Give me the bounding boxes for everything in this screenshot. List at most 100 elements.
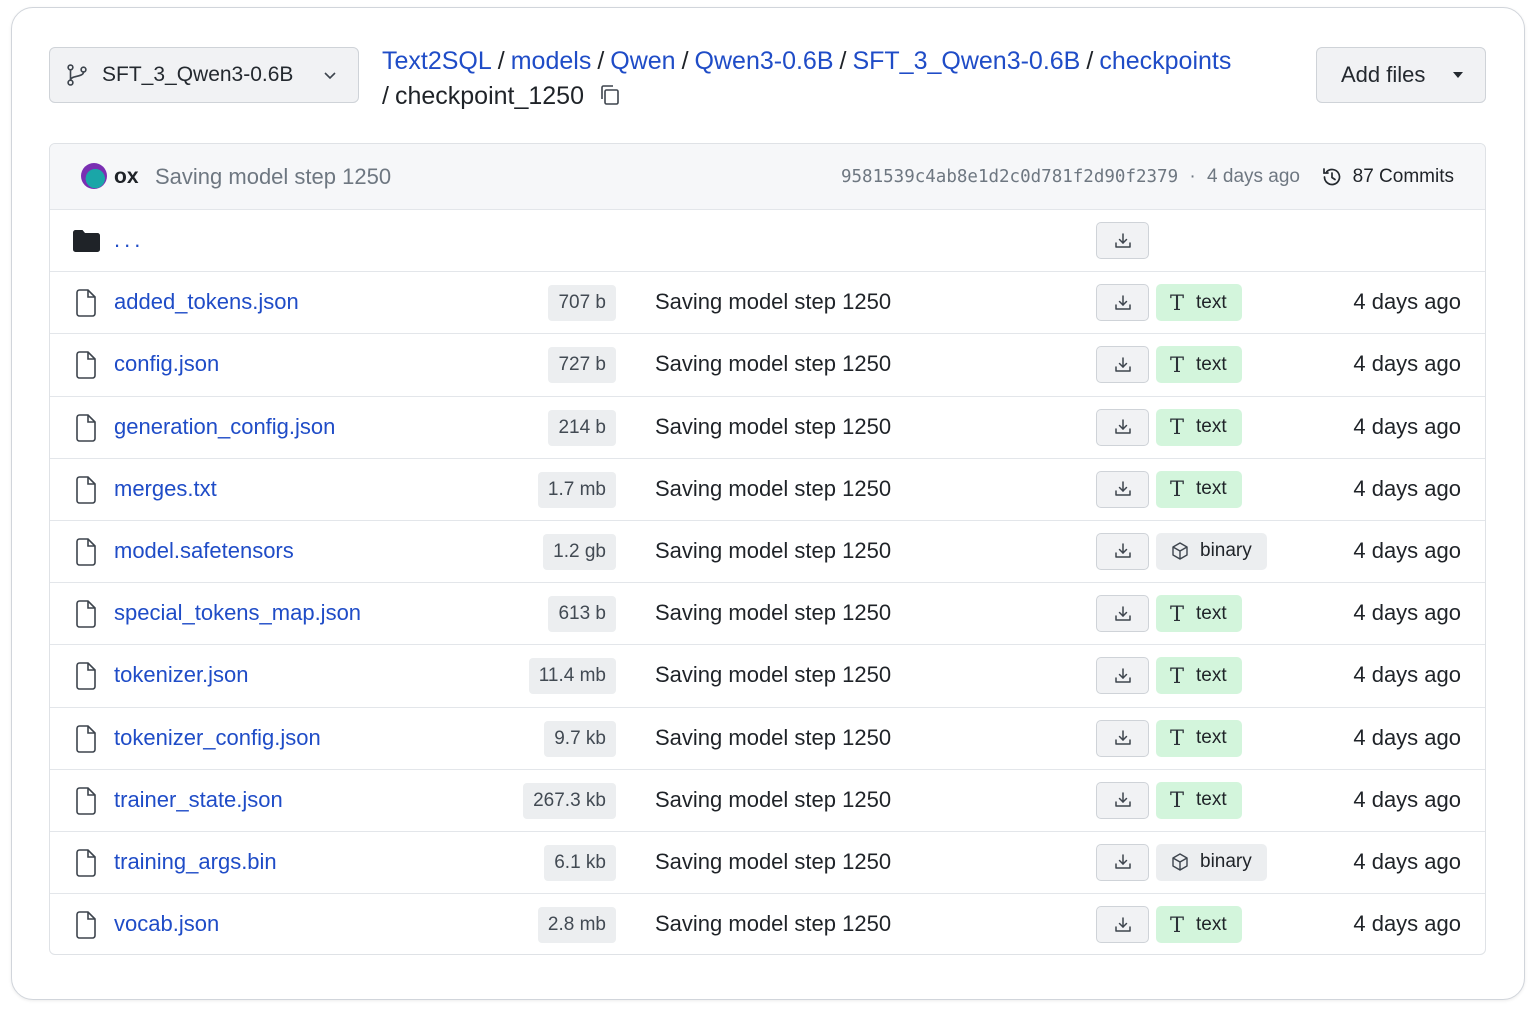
download-icon bbox=[1114, 294, 1131, 310]
file-commit-message[interactable]: Saving model step 1250 bbox=[655, 600, 891, 626]
breadcrumb-link[interactable]: Text2SQL bbox=[382, 47, 492, 75]
text-type-icon: T bbox=[1170, 912, 1185, 937]
avatar[interactable] bbox=[81, 163, 107, 189]
file-row[interactable]: config.json 727 b Saving model step 1250… bbox=[50, 334, 1485, 397]
download-icon bbox=[1114, 357, 1131, 372]
file-row[interactable]: merges.txt 1.7 mb Saving model step 1250… bbox=[50, 459, 1485, 521]
parent-folder-row[interactable]: ... bbox=[50, 210, 1485, 273]
file-commit-message[interactable]: Saving model step 1250 bbox=[655, 849, 891, 875]
file-icon bbox=[76, 786, 96, 815]
file-name-link[interactable]: model.safetensors bbox=[114, 538, 294, 564]
file-date: 4 days ago bbox=[1353, 848, 1461, 874]
commit-author[interactable]: ox bbox=[114, 165, 139, 189]
file-name-link[interactable]: generation_config.json bbox=[114, 414, 335, 440]
file-commit-message[interactable]: Saving model step 1250 bbox=[655, 911, 891, 937]
meta-separator: · bbox=[1189, 165, 1196, 187]
file-size-badge: 6.1 kb bbox=[544, 844, 616, 881]
file-type-badge: Ttext bbox=[1156, 595, 1242, 633]
text-type-icon: T bbox=[1170, 788, 1185, 813]
file-row[interactable]: special_tokens_map.json 613 b Saving mod… bbox=[50, 583, 1485, 646]
file-commit-message[interactable]: Saving model step 1250 bbox=[655, 538, 891, 564]
cube-icon bbox=[1172, 853, 1188, 872]
download-button[interactable] bbox=[1096, 222, 1149, 259]
file-type-label: text bbox=[1196, 602, 1227, 624]
history-icon bbox=[1322, 167, 1340, 185]
file-icon bbox=[76, 413, 96, 442]
breadcrumb-separator: / bbox=[1086, 47, 1094, 75]
file-commit-message[interactable]: Saving model step 1250 bbox=[655, 476, 891, 502]
add-files-button[interactable]: Add files bbox=[1316, 47, 1486, 103]
download-button[interactable] bbox=[1096, 906, 1149, 944]
file-icon bbox=[76, 289, 96, 317]
file-icon bbox=[76, 475, 96, 504]
file-commit-message[interactable]: Saving model step 1250 bbox=[655, 289, 891, 315]
file-icon bbox=[76, 724, 96, 753]
file-name-link[interactable]: merges.txt bbox=[114, 476, 217, 502]
breadcrumb: Text2SQL / models / Qwen / Qwen3-0.6B / SFT_3_Qw… bbox=[382, 44, 1292, 114]
file-name-link[interactable]: trainer_state.json bbox=[114, 787, 283, 813]
download-button[interactable] bbox=[1096, 284, 1149, 322]
file-row[interactable]: added_tokens.json 707 b Saving model ste… bbox=[50, 272, 1485, 335]
download-button[interactable] bbox=[1096, 346, 1149, 384]
file-name-link[interactable]: tokenizer.json bbox=[114, 662, 249, 688]
commit-hash[interactable]: 9581539c4ab8e1d2c0d781f2d90f2379 bbox=[841, 167, 1178, 187]
download-icon bbox=[1114, 605, 1131, 621]
commit-message[interactable]: Saving model step 1250 bbox=[155, 164, 391, 190]
breadcrumb-link[interactable]: Qwen3-0.6B bbox=[695, 47, 834, 75]
file-row[interactable]: generation_config.json 214 b Saving mode… bbox=[50, 397, 1485, 459]
download-icon bbox=[1114, 419, 1131, 434]
branch-selector[interactable]: SFT_3_Qwen3-0.6B bbox=[49, 47, 359, 103]
file-name-link[interactable]: vocab.json bbox=[114, 911, 219, 937]
file-icon bbox=[76, 538, 96, 566]
commits-link[interactable]: 87 Commits bbox=[1320, 165, 1454, 189]
file-row[interactable]: trainer_state.json 267.3 kb Saving model… bbox=[50, 770, 1485, 832]
file-row[interactable]: model.safetensors 1.2 gb Saving model st… bbox=[50, 521, 1485, 584]
file-commit-message[interactable]: Saving model step 1250 bbox=[655, 662, 891, 688]
file-size-badge: 9.7 kb bbox=[544, 720, 616, 757]
download-button[interactable] bbox=[1096, 595, 1149, 633]
file-type-badge: Ttext bbox=[1156, 781, 1242, 819]
download-button[interactable] bbox=[1096, 408, 1149, 446]
file-name-link[interactable]: tokenizer_config.json bbox=[114, 725, 321, 751]
file-row[interactable]: vocab.json 2.8 mb Saving model step 1250… bbox=[50, 894, 1485, 954]
copy-icon[interactable] bbox=[598, 83, 622, 107]
file-commit-message[interactable]: Saving model step 1250 bbox=[655, 414, 891, 440]
breadcrumb-link[interactable]: checkpoints bbox=[1099, 47, 1231, 75]
download-button[interactable] bbox=[1096, 532, 1149, 570]
file-row[interactable]: tokenizer_config.json 9.7 kb Saving mode… bbox=[50, 708, 1485, 770]
file-size-badge: 1.7 mb bbox=[537, 471, 616, 508]
file-name-link[interactable]: special_tokens_map.json bbox=[114, 600, 361, 626]
file-type-badge: binary bbox=[1156, 843, 1267, 881]
file-commit-message[interactable]: Saving model step 1250 bbox=[655, 787, 891, 813]
file-icon bbox=[76, 849, 96, 877]
file-commit-message[interactable]: Saving model step 1250 bbox=[655, 725, 891, 751]
file-name-link[interactable]: added_tokens.json bbox=[114, 289, 299, 315]
download-button[interactable] bbox=[1096, 843, 1149, 881]
download-button[interactable] bbox=[1096, 470, 1149, 508]
file-commit-message[interactable]: Saving model step 1250 bbox=[655, 351, 891, 377]
breadcrumb-link[interactable]: Qwen bbox=[610, 47, 675, 75]
file-size-badge: 613 b bbox=[548, 596, 616, 633]
file-type-label: text bbox=[1196, 789, 1227, 811]
download-button[interactable] bbox=[1096, 781, 1149, 819]
download-icon bbox=[1114, 730, 1131, 745]
file-icon bbox=[76, 351, 96, 380]
file-name-link[interactable]: config.json bbox=[114, 351, 219, 377]
download-icon bbox=[1114, 543, 1131, 559]
file-date: 4 days ago bbox=[1353, 724, 1461, 750]
file-type-label: binary bbox=[1200, 851, 1252, 873]
download-button[interactable] bbox=[1096, 719, 1149, 757]
breadcrumb-link[interactable]: SFT_3_Qwen3-0.6B bbox=[852, 47, 1080, 75]
file-date: 4 days ago bbox=[1353, 413, 1461, 439]
branch-name: SFT_3_Qwen3-0.6B bbox=[102, 63, 294, 86]
file-icon bbox=[76, 600, 96, 628]
download-button[interactable] bbox=[1096, 657, 1149, 695]
breadcrumb-link[interactable]: models bbox=[511, 47, 592, 75]
file-row[interactable]: training_args.bin 6.1 kb Saving model st… bbox=[50, 832, 1485, 895]
parent-folder-link[interactable]: ... bbox=[114, 227, 144, 253]
file-row[interactable]: tokenizer.json 11.4 mb Saving model step… bbox=[50, 645, 1485, 708]
chevron-down-icon bbox=[324, 72, 336, 80]
file-date: 4 days ago bbox=[1353, 662, 1461, 688]
file-name-link[interactable]: training_args.bin bbox=[114, 849, 277, 875]
commit-meta: 9581539c4ab8e1d2c0d781f2d90f2379 · 4 day… bbox=[841, 166, 1300, 188]
